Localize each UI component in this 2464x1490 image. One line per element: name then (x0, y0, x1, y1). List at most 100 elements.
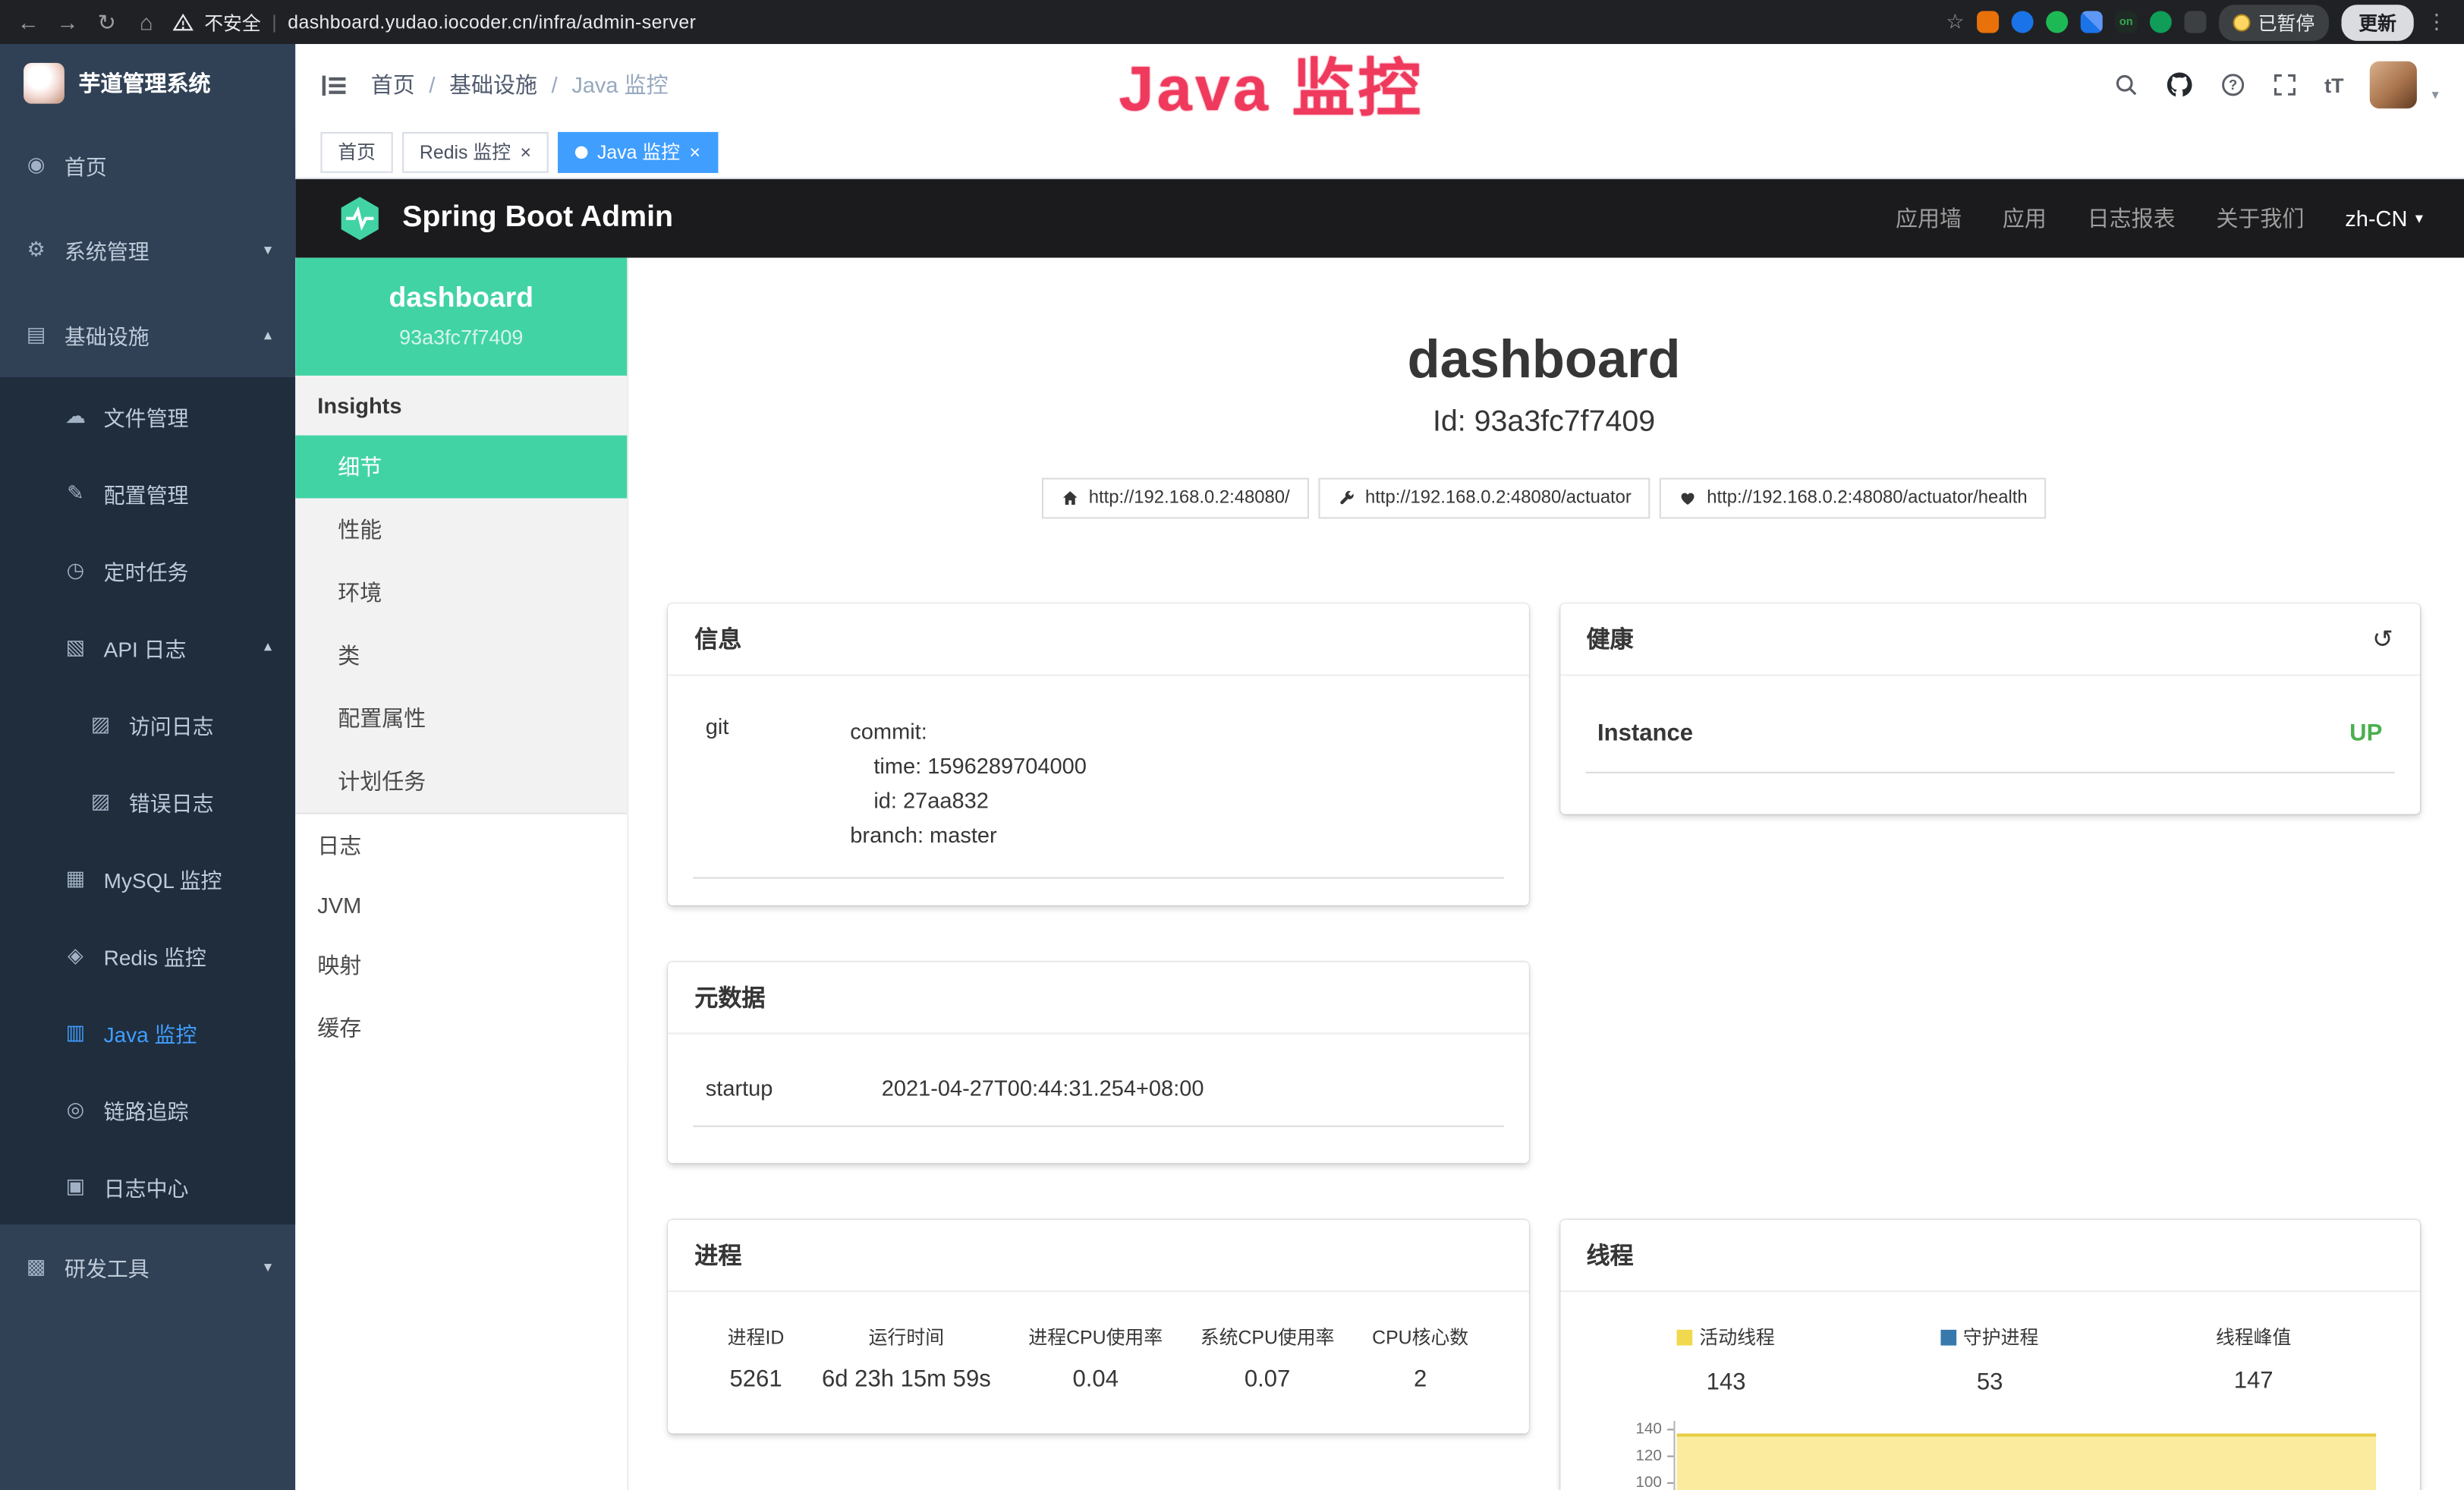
git-key: git (706, 713, 851, 852)
caret-down-icon: ▾ (2431, 87, 2438, 109)
tab-home[interactable]: 首页 (320, 131, 392, 172)
tab-redis-monitor[interactable]: Redis 监控 × (402, 131, 549, 172)
update-button[interactable]: 更新 (2341, 4, 2413, 40)
sidebar-item-error-logs[interactable]: ▨ 错误日志 (0, 762, 295, 839)
sidebar-item-infrastructure[interactable]: ▤ 基础设施 ▴ (0, 292, 295, 377)
app-title: 芋道管理系统 (79, 68, 211, 99)
sba-item-environment[interactable]: 环境 (295, 561, 627, 624)
sba-nav-about[interactable]: 关于我们 (2216, 203, 2304, 234)
redis-icon: ◈ (63, 942, 88, 967)
sba-nav-journal[interactable]: 日志报表 (2088, 203, 2176, 234)
breadcrumb-home[interactable]: 首页 (371, 69, 415, 100)
sba-item-caches[interactable]: 缓存 (295, 997, 627, 1060)
sidebar-item-log-center[interactable]: ▣ 日志中心 (0, 1148, 295, 1224)
browser-actions: ☆ on 已暂停 更新 ⋮ (1946, 4, 2448, 40)
health-url-link[interactable]: http://192.168.0.2:48080/actuator/health (1660, 478, 2046, 519)
sidebar-item-dev-tools[interactable]: ▩ 研发工具 ▾ (0, 1224, 295, 1309)
sidebar-item-mysql-monitor[interactable]: ▦ MySQL 监控 (0, 840, 295, 916)
extension-icon-5[interactable]: on (2115, 11, 2137, 33)
sba-item-logs[interactable]: 日志 (295, 814, 627, 877)
sidebar-item-access-logs[interactable]: ▨ 访问日志 (0, 685, 295, 762)
extension-icon-2[interactable] (2012, 11, 2034, 33)
sidebar-item-scheduled-tasks[interactable]: ◷ 定时任务 (0, 531, 295, 608)
sba-item-jvm[interactable]: JVM (295, 877, 627, 934)
forward-icon[interactable]: → (55, 9, 80, 34)
sba-item-mappings[interactable]: 映射 (295, 934, 627, 997)
screen: ← → ↻ ⌂ 不安全 | dashboard.yudao.iocoder.cn… (0, 0, 2464, 1490)
emoji-icon (2233, 14, 2251, 31)
extension-icon-1[interactable] (1977, 11, 1999, 33)
breadcrumb-current: Java 监控 (571, 69, 668, 100)
extension-icon-3[interactable] (2046, 11, 2068, 33)
sba-nav-wallboard[interactable]: 应用墙 (1896, 203, 1962, 234)
monitor-icon: ▥ (63, 1019, 88, 1044)
extension-icon-7[interactable] (2184, 11, 2206, 33)
search-icon[interactable] (2114, 72, 2139, 97)
fullscreen-icon[interactable] (2273, 72, 2298, 97)
close-icon[interactable]: × (520, 142, 531, 161)
user-avatar[interactable] (2371, 61, 2418, 109)
threads-card: 线程 活动线程 143 (1559, 1220, 2420, 1490)
browser-menu-icon[interactable]: ⋮ (2426, 9, 2448, 34)
infrastructure-icon: ▤ (24, 323, 49, 348)
sidebar-item-file-management[interactable]: ☁ 文件管理 (0, 377, 295, 454)
sba-language-select[interactable]: zh-CN ▾ (2345, 206, 2423, 231)
sidebar-item-home[interactable]: ◉ 首页 (0, 123, 295, 208)
legend-peak-threads: 线程峰值 147 (2122, 1324, 2386, 1395)
close-icon[interactable]: × (690, 142, 701, 161)
sba-item-details[interactable]: 细节 (295, 436, 627, 499)
active-dot (575, 146, 588, 159)
sba-nav-applications[interactable]: 应用 (2003, 203, 2047, 234)
process-card-title: 进程 (668, 1220, 1528, 1292)
bookmark-star-icon[interactable]: ☆ (1946, 9, 1964, 34)
health-card-title: 健康 (1586, 622, 1633, 655)
sidebar-item-api-logs[interactable]: ▧ API 日志 ▴ (0, 608, 295, 685)
security-label: 不安全 (204, 8, 261, 35)
process-stat: 系统CPU使用率 0.07 (1201, 1324, 1335, 1393)
instance-id: 93a3fc7f7409 (308, 326, 615, 349)
log-icon: ▧ (63, 635, 88, 660)
breadcrumb-infrastructure[interactable]: 基础设施 (449, 69, 537, 100)
back-icon[interactable]: ← (16, 9, 41, 34)
warning-icon (173, 12, 194, 33)
tab-java-monitor[interactable]: Java 监控 × (558, 131, 718, 172)
sidebar-item-redis-monitor[interactable]: ◈ Redis 监控 (0, 916, 295, 993)
daemon-threads-swatch (1941, 1329, 1957, 1345)
sba-item-scheduled-tasks[interactable]: 计划任务 (295, 750, 627, 813)
reload-icon[interactable]: ↻ (94, 8, 119, 35)
paused-badge[interactable]: 已暂停 (2219, 4, 2329, 40)
github-icon[interactable] (2166, 71, 2194, 99)
extension-icon-6[interactable] (2150, 11, 2172, 33)
instance-label: Instance (1597, 720, 1693, 746)
git-values: commit: time: 1596289704000 id: 27aa832 … (850, 713, 1087, 852)
breadcrumb: 首页 / 基础设施 / Java 监控 (371, 69, 669, 100)
font-size-icon[interactable]: tT (2324, 73, 2343, 96)
trace-icon: ◎ (63, 1096, 88, 1121)
service-url-link[interactable]: http://192.168.0.2:48080/ (1042, 478, 1309, 519)
help-icon[interactable]: ? (2220, 72, 2245, 97)
app-logo (24, 63, 65, 104)
sidebar-item-trace[interactable]: ◎ 链路追踪 (0, 1070, 295, 1147)
sba-item-classes[interactable]: 类 (295, 624, 627, 687)
database-icon: ▦ (63, 865, 88, 890)
history-icon[interactable]: ↺ (2372, 623, 2393, 654)
app-logo-row[interactable]: 芋道管理系统 (0, 44, 295, 123)
address-bar[interactable]: 不安全 | dashboard.yudao.iocoder.cn/infra/a… (173, 8, 696, 35)
instance-header[interactable]: dashboard 93a3fc7f7409 (295, 258, 627, 376)
extension-icon-4[interactable] (2081, 11, 2103, 33)
sidebar-toggle-icon[interactable] (320, 71, 347, 98)
info-card: 信息 git commit: time: 1596289704000 id: 2… (668, 603, 1528, 906)
svg-text:?: ? (2229, 77, 2237, 93)
process-card: 进程 进程ID 5261 运行时间 (668, 1220, 1528, 1434)
sidebar-item-java-monitor[interactable]: ▥ Java 监控 (0, 994, 295, 1070)
actuator-url-link[interactable]: http://192.168.0.2:48080/actuator (1318, 478, 1651, 519)
chevron-down-icon: ▾ (2415, 209, 2423, 227)
sba-item-config-props[interactable]: 配置属性 (295, 687, 627, 750)
app-shell: 芋道管理系统 ◉ 首页 ⚙ 系统管理 ▾ ▤ 基础设施 ▴ (0, 44, 2464, 1490)
process-stat: 运行时间 6d 23h 15m 59s (822, 1324, 991, 1393)
sidebar-item-config-management[interactable]: ✎ 配置管理 (0, 454, 295, 531)
sba-item-metrics[interactable]: 性能 (295, 498, 627, 561)
document-icon: ▨ (88, 789, 113, 814)
home-icon[interactable]: ⌂ (134, 9, 159, 34)
sidebar-item-system-management[interactable]: ⚙ 系统管理 ▾ (0, 207, 295, 292)
